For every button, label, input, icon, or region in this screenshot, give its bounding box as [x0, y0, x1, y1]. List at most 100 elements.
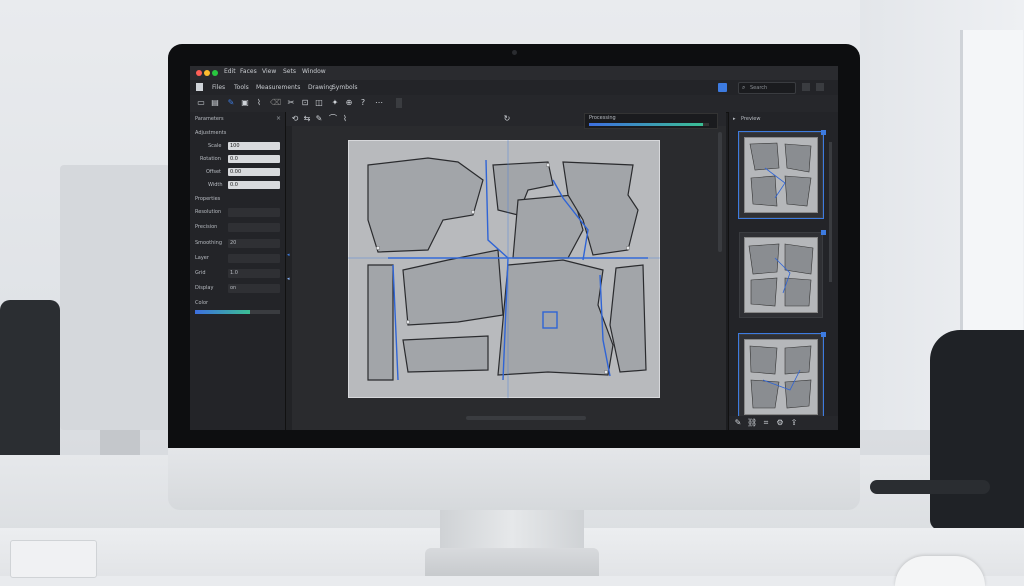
preview-footer: ✎ ⛓ ⌗ ⚙ ⇪	[729, 416, 838, 430]
menubar-files[interactable]: Files	[212, 84, 225, 91]
canvas-area: ⟲ ⇆ ✎ ⌒ ⌇ ↻ Processing ◂ ◂	[286, 112, 726, 430]
background-monitor	[60, 165, 170, 430]
field-label-rotation: Rotation	[200, 156, 221, 162]
eraser-icon[interactable]: ⌫	[270, 98, 281, 108]
row-label-layer: Layer	[195, 255, 209, 261]
zoom-button[interactable]	[212, 70, 218, 76]
toolbar-separator	[396, 98, 402, 108]
section-properties: Properties	[195, 196, 221, 202]
search-placeholder: Search	[750, 85, 768, 91]
link-icon[interactable]: ⛓	[747, 418, 757, 428]
ruler-handle-icon[interactable]: ◂	[287, 276, 290, 282]
thumbnail-marker-3	[821, 332, 826, 337]
tag-icon[interactable]: ⌗	[761, 418, 771, 428]
vertical-scrollbar[interactable]	[718, 132, 722, 252]
title-bar: Edit Faces View Sets Window	[190, 66, 838, 80]
monitor-chin	[168, 448, 860, 510]
section-adjustments: Adjustments	[195, 130, 227, 136]
pen-icon[interactable]: ✎	[226, 98, 236, 108]
menu-edit[interactable]: Edit	[224, 68, 236, 75]
toolbar: ▭ ▤ ✎ ▣ ⌇ ⌫ ✂ ⊡ ◫ ✦ ⊕ ? ⋯	[190, 95, 838, 113]
field-label-width: Width	[208, 182, 223, 188]
close-panel-icon[interactable]: ×	[276, 115, 281, 122]
processing-status: Processing	[584, 113, 718, 129]
curve-icon[interactable]: ⌒	[328, 114, 338, 124]
computer-mouse	[895, 556, 985, 586]
panel-title: Parameters	[195, 116, 224, 122]
piece-mid-left	[367, 264, 394, 381]
help-icon[interactable]: ?	[358, 98, 368, 108]
layer-select[interactable]	[228, 254, 280, 263]
draw-icon[interactable]: ✎	[314, 114, 324, 124]
field-label-scale: Scale	[208, 143, 222, 149]
background-window	[960, 30, 1023, 350]
panel-toggle-icon[interactable]: ▸	[733, 116, 736, 122]
menubar-symbols[interactable]: Symbols	[332, 84, 357, 91]
processing-track	[589, 123, 709, 126]
app-window: Edit Faces View Sets Window Files Tools …	[190, 66, 838, 430]
brush-icon[interactable]: ⌇	[254, 98, 264, 108]
more-icon[interactable]: ⋯	[374, 98, 384, 108]
processing-fill	[589, 123, 703, 126]
flip-icon[interactable]: ⇆	[302, 114, 312, 124]
design-canvas[interactable]	[328, 130, 680, 408]
menubar-drawing[interactable]: Drawing	[308, 84, 333, 91]
path-icon[interactable]: ⌇	[340, 114, 350, 124]
export-icon[interactable]: ⇪	[789, 418, 799, 428]
transform-icon[interactable]: ⟲	[290, 114, 300, 124]
preview-thumbnail-3[interactable]	[738, 333, 824, 421]
menubar-tools[interactable]: Tools	[234, 84, 249, 91]
menu-sets[interactable]: Sets	[283, 68, 296, 75]
lock-icon[interactable]: ⊡	[300, 98, 310, 108]
preview-scrollbar[interactable]	[829, 142, 832, 282]
select-icon[interactable]: ▣	[240, 98, 250, 108]
new-file-icon[interactable]: ▭	[196, 98, 206, 108]
pen-tool-icon[interactable]: ✎	[733, 418, 743, 428]
open-icon[interactable]: ▤	[210, 98, 220, 108]
width-input[interactable]: 0.0	[228, 181, 280, 189]
thumbnail-image-3	[744, 339, 818, 415]
menu-faces[interactable]: Faces	[240, 68, 257, 75]
layers-icon[interactable]: ◫	[314, 98, 324, 108]
grid-select[interactable]: 1.0	[228, 269, 280, 278]
menu-window[interactable]: Window	[302, 68, 326, 75]
zoom-icon[interactable]: ⊕	[344, 98, 354, 108]
chair-armrest	[870, 480, 990, 494]
thumbnail-marker-2	[821, 230, 826, 235]
preview-title: Preview	[741, 116, 761, 122]
thumbnail-layout-2	[748, 243, 814, 307]
expand-icon[interactable]	[816, 83, 824, 91]
bookmark-icon[interactable]	[718, 83, 727, 92]
magic-icon[interactable]: ✦	[330, 98, 340, 108]
piece-bottom-left	[402, 335, 489, 373]
display-select[interactable]: on	[228, 284, 280, 293]
scale-input[interactable]: 100	[228, 142, 280, 150]
close-button[interactable]	[196, 70, 202, 76]
minimize-button[interactable]	[204, 70, 210, 76]
row-label-resolution: Resolution	[195, 209, 222, 215]
office-chair-left	[0, 300, 60, 470]
menu-bar: Files Tools Measurements Drawing Symbols…	[190, 80, 838, 96]
menubar-measurements[interactable]: Measurements	[256, 84, 300, 91]
canvas-toolbar: ⟲ ⇆ ✎ ⌒ ⌇ ↻ Processing	[286, 112, 726, 129]
precision-select[interactable]	[228, 223, 280, 232]
webcam	[512, 50, 517, 55]
layout-icon[interactable]	[802, 83, 810, 91]
row-label-grid: Grid	[195, 270, 206, 276]
rotation-input[interactable]: 0.0	[228, 155, 280, 163]
resolution-select[interactable]	[228, 208, 280, 217]
preview-thumbnail-2[interactable]	[739, 232, 823, 318]
offset-input[interactable]: 0.00	[228, 168, 280, 176]
thumbnail-marker-1	[821, 130, 826, 135]
search-input[interactable]: ⌕ Search	[738, 82, 796, 94]
row-label-precision: Precision	[195, 224, 218, 230]
settings-icon[interactable]: ⚙	[775, 418, 785, 428]
thumbnail-layout-1	[749, 142, 812, 207]
smoothing-select[interactable]: 20	[228, 239, 280, 248]
preview-panel: ▸ Preview ✎ ⛓ ⌗ ⚙ ⇪	[728, 112, 838, 430]
crop-icon[interactable]: ✂	[286, 98, 296, 108]
horizontal-scrollbar[interactable]	[466, 416, 586, 420]
rotate-icon[interactable]: ↻	[502, 114, 512, 124]
menu-view[interactable]: View	[262, 68, 276, 75]
preview-thumbnail-1[interactable]	[738, 131, 824, 219]
